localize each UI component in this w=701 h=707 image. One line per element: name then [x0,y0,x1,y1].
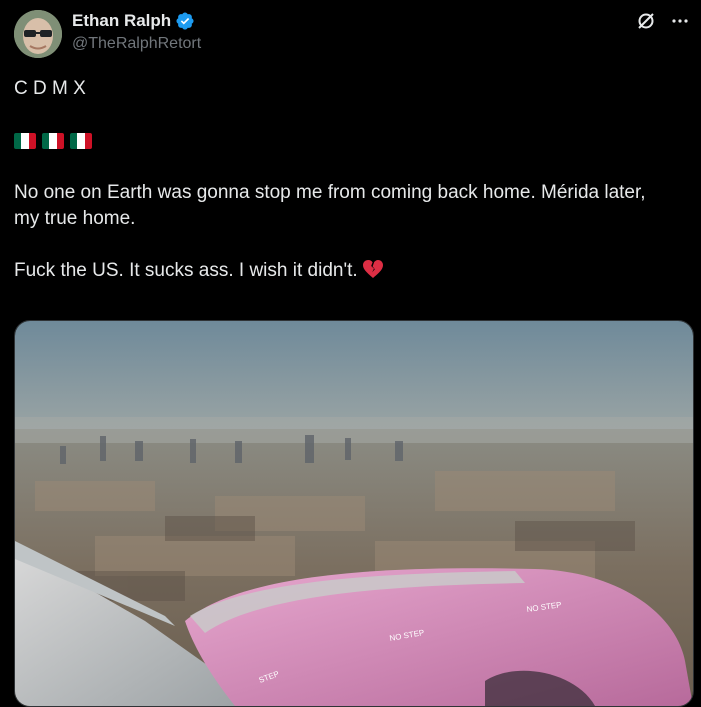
tweet-text: C D M X No one on Earth was gonna stop m… [14,76,674,284]
broken-heart-icon [362,259,384,279]
tweet-line-cdmx: C D M X [14,78,86,99]
avatar[interactable] [14,10,62,58]
mexico-flag-icon [42,133,64,149]
author-display-name[interactable]: Ethan Ralph [72,11,171,31]
tweet-paragraph-2: Fuck the US. It sucks ass. I wish it did… [14,258,674,284]
mexico-flag-icon [70,133,92,149]
grok-icon[interactable] [635,10,657,32]
verified-badge-icon [175,11,195,31]
more-icon[interactable] [669,10,691,32]
tweet-paragraph-1: No one on Earth was gonna stop me from c… [14,182,651,229]
author-handle[interactable]: @TheRalphRetort [72,35,201,53]
tweet-paragraph-2-text: Fuck the US. It sucks ass. I wish it did… [14,260,358,281]
tweet-header: Ethan Ralph @TheRalphRetort [0,0,701,64]
mexico-flag-icon [14,133,36,149]
flags-row [14,128,674,154]
tweet-media-photo[interactable]: NO STEP NO STEP STEP [14,320,694,707]
